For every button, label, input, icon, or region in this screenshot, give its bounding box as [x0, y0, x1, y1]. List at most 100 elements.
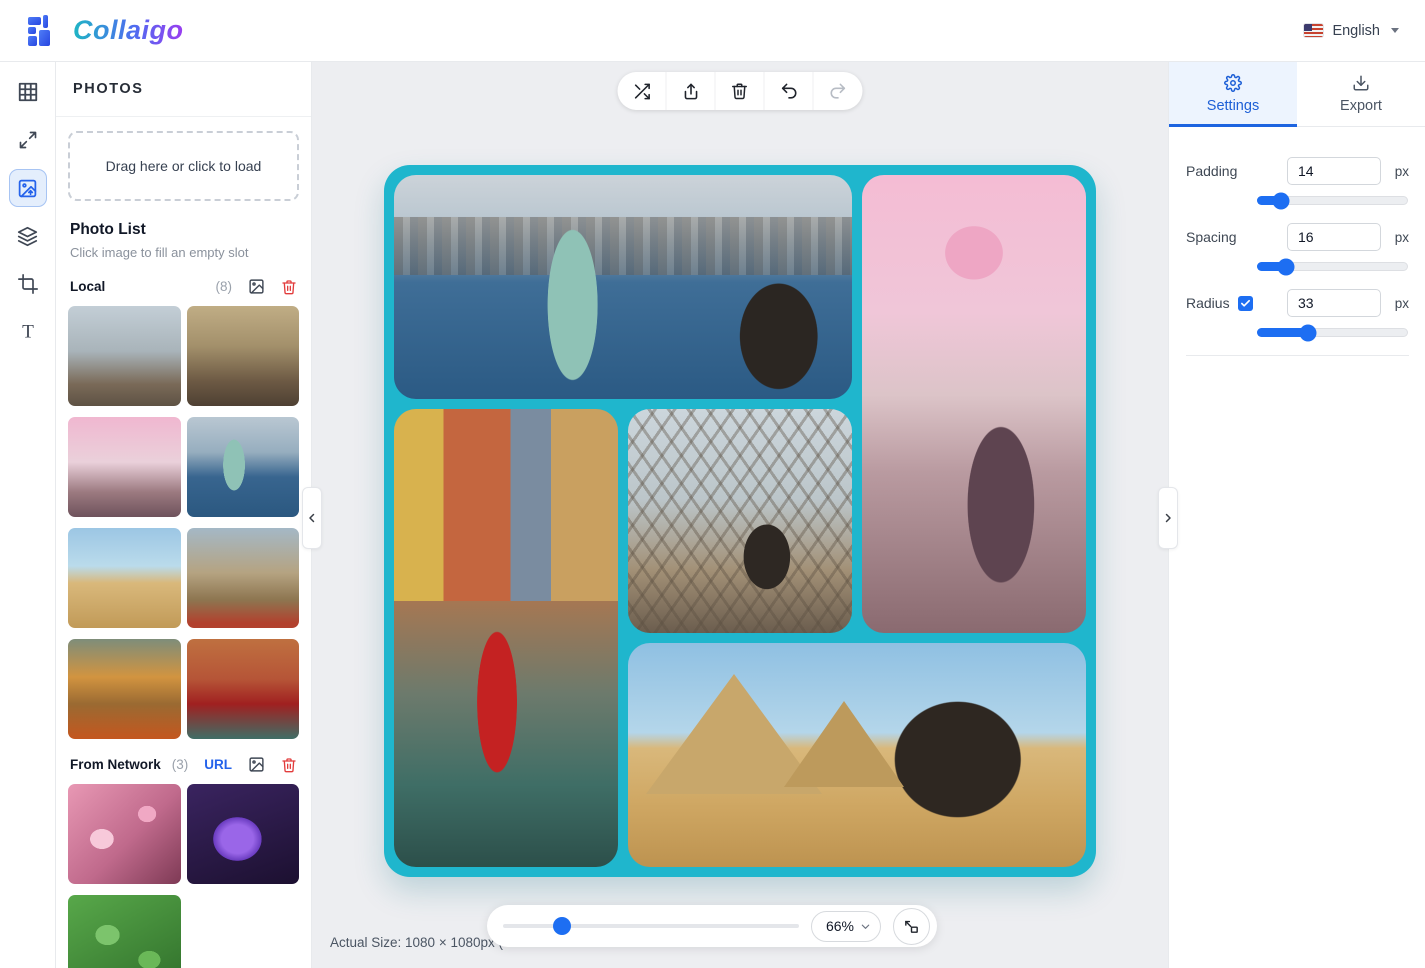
thumb-big-ben-girl[interactable]	[187, 528, 300, 628]
language-selector[interactable]: English	[1304, 23, 1399, 39]
spacing-unit: px	[1385, 230, 1409, 245]
thumb-pink-blossoms[interactable]	[68, 784, 181, 884]
crop-icon	[18, 274, 38, 294]
network-thumbs	[68, 784, 299, 968]
zoom-bar: 66%	[487, 905, 937, 947]
redo-button[interactable]	[814, 72, 863, 110]
thumb-venice-red-dress[interactable]	[187, 639, 300, 739]
svg-text:T: T	[22, 322, 34, 343]
editor-canvas: Actual Size: 1080 × 1080px ( 66%	[312, 62, 1168, 968]
actual-size-label: Actual Size: 1080 × 1080px (	[330, 935, 503, 950]
upload-button[interactable]	[667, 72, 716, 110]
tab-export[interactable]: Export	[1297, 62, 1425, 126]
spacing-slider[interactable]	[1257, 262, 1408, 271]
url-link[interactable]: URL	[204, 757, 232, 772]
radius-input[interactable]	[1287, 289, 1381, 317]
shuffle-button[interactable]	[618, 72, 667, 110]
thumb-taj-mahal-girl[interactable]	[68, 417, 181, 517]
network-count: (3)	[172, 757, 189, 772]
delete-network-icon[interactable]	[281, 757, 297, 773]
text-icon: T	[17, 321, 39, 343]
redo-icon	[829, 82, 848, 101]
app-header: Collaigo English	[0, 0, 1425, 62]
network-group-label: From Network	[70, 757, 161, 772]
tool-rail: T	[0, 62, 56, 968]
thumb-statue-of-liberty-selfie[interactable]	[187, 417, 300, 517]
collage-controls: Padding px Spacing px Radius	[1169, 127, 1425, 337]
spacing-control: Spacing px	[1186, 223, 1409, 271]
zoom-slider[interactable]	[503, 924, 799, 928]
network-group-header: From Network (3) URL	[68, 756, 299, 773]
thumb-sagrada-familia-girl[interactable]	[187, 306, 300, 406]
shuffle-icon	[632, 82, 651, 101]
photos-panel: PHOTOS Drag here or click to load Photo …	[56, 62, 312, 968]
radius-unit: px	[1385, 296, 1409, 311]
trash-icon	[731, 82, 749, 100]
radius-slider-thumb[interactable]	[1300, 324, 1317, 341]
resize-icon	[18, 130, 38, 150]
zoom-slider-thumb[interactable]	[553, 917, 571, 935]
local-count: (8)	[216, 279, 233, 294]
tab-export-label: Export	[1340, 98, 1382, 114]
panel-divider	[1186, 355, 1409, 356]
collage-frame	[384, 165, 1096, 877]
us-flag-icon	[1304, 24, 1323, 37]
panel-tabs: Settings Export	[1169, 62, 1425, 127]
padding-label: Padding	[1186, 163, 1237, 179]
padding-slider-thumb[interactable]	[1273, 192, 1290, 209]
text-tool[interactable]: T	[9, 313, 47, 351]
crop-tool[interactable]	[9, 265, 47, 303]
tab-settings[interactable]: Settings	[1169, 62, 1297, 126]
spacing-slider-thumb[interactable]	[1277, 258, 1294, 275]
chevron-left-icon	[306, 512, 318, 524]
delete-button[interactable]	[716, 72, 765, 110]
chevron-down-icon	[1391, 28, 1399, 33]
collage-slot-venice-red-dress[interactable]	[394, 409, 618, 867]
radius-control: Radius px	[1186, 289, 1409, 337]
collage-slot-pyramids[interactable]	[628, 643, 1086, 867]
padding-input[interactable]	[1287, 157, 1381, 185]
dropzone-label: Drag here or click to load	[106, 158, 262, 174]
tab-settings-label: Settings	[1207, 98, 1259, 114]
radius-slider[interactable]	[1257, 328, 1408, 337]
photos-tool[interactable]	[9, 169, 47, 207]
thumb-machu-picchu-girl[interactable]	[68, 639, 181, 739]
local-group-label: Local	[70, 279, 105, 294]
photos-panel-body: Drag here or click to load Photo List Cl…	[56, 117, 311, 968]
radius-checkbox[interactable]	[1238, 296, 1253, 311]
thumb-green-clover[interactable]	[68, 895, 181, 968]
spacing-input[interactable]	[1287, 223, 1381, 251]
grid-layout-tool[interactable]	[9, 73, 47, 111]
chevron-right-icon	[1162, 512, 1174, 524]
collage-slot-eiffel-tower[interactable]	[628, 409, 852, 633]
collapse-right-panel-button[interactable]	[1158, 487, 1178, 549]
grid-icon	[17, 81, 39, 103]
zoom-value-button[interactable]: 66%	[811, 911, 881, 942]
image-upload-icon	[17, 178, 38, 199]
radius-label: Radius	[1186, 295, 1253, 311]
resize-tool[interactable]	[9, 121, 47, 159]
spacing-label: Spacing	[1186, 229, 1237, 245]
thumb-pyramids-girl-hat[interactable]	[68, 528, 181, 628]
collage-slot-statue-of-liberty[interactable]	[394, 175, 852, 399]
brand: Collaigo	[26, 14, 184, 48]
thumb-purple-flower[interactable]	[187, 784, 300, 884]
undo-icon	[779, 82, 798, 101]
collage-slot-taj-mahal[interactable]	[862, 175, 1086, 633]
delete-local-icon[interactable]	[281, 279, 297, 295]
collapse-left-panel-button[interactable]	[302, 487, 322, 549]
fit-view-icon	[903, 918, 920, 935]
padding-slider[interactable]	[1257, 196, 1408, 205]
add-image-icon[interactable]	[248, 278, 265, 295]
app-logo-icon	[26, 14, 60, 48]
check-icon	[1240, 298, 1251, 309]
undo-button[interactable]	[765, 72, 814, 110]
layers-icon	[17, 226, 38, 247]
app-title: Collaigo	[73, 15, 184, 46]
add-image-icon[interactable]	[248, 756, 265, 773]
thumb-eiffel-tower-girl[interactable]	[68, 306, 181, 406]
upload-dropzone[interactable]: Drag here or click to load	[68, 131, 299, 201]
fit-view-button[interactable]	[893, 908, 930, 945]
layers-tool[interactable]	[9, 217, 47, 255]
photos-panel-title: PHOTOS	[56, 62, 311, 117]
